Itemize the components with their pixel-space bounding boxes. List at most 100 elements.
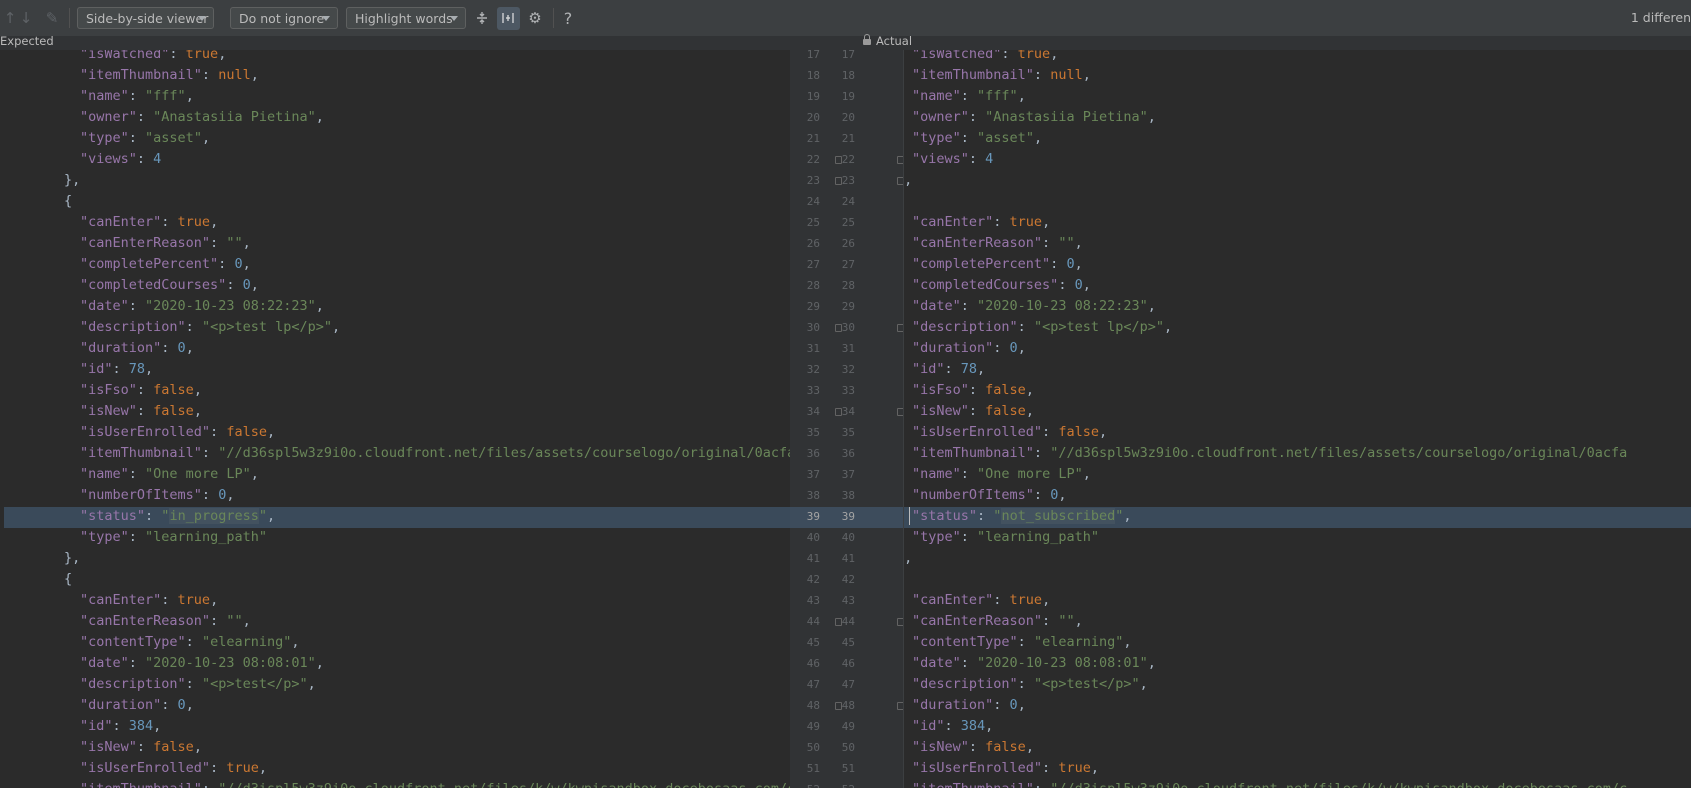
code-line[interactable]: "date": "2020-10-23 08:22:23", <box>80 296 324 317</box>
code-line[interactable]: "completePercent": 0, <box>80 254 251 275</box>
code-line[interactable]: "name": "One more LP", <box>912 464 1091 485</box>
code-line[interactable]: }, <box>64 548 80 569</box>
left-line-number: 35 <box>806 426 820 439</box>
code-line[interactable]: }, <box>904 170 912 191</box>
code-line[interactable]: "itemThumbnail": null, <box>912 65 1091 86</box>
code-line[interactable]: }, <box>904 548 912 569</box>
collapse-unchanged-icon[interactable] <box>472 8 492 28</box>
arrow-down-icon[interactable]: ↓ <box>16 8 36 28</box>
code-punctuation: : <box>993 697 1010 713</box>
highlight-select[interactable]: Highlight words <box>346 7 466 29</box>
code-punctuation: }, <box>904 172 913 188</box>
code-line[interactable]: "canEnterReason": "", <box>912 233 1083 254</box>
code-line[interactable]: "isNew": false, <box>912 737 1034 758</box>
code-line[interactable]: "description": "<p>test lp</p>", <box>80 317 340 338</box>
code-line[interactable]: "id": 78, <box>912 359 985 380</box>
code-line[interactable]: "status": "in_progress", <box>80 506 275 527</box>
fold-marker-icon[interactable] <box>835 408 842 416</box>
code-line[interactable]: "itemThumbnail": null, <box>80 65 259 86</box>
code-line[interactable]: "itemThumbnail": "//d36spl5w3z9i0o.cloud… <box>80 443 790 464</box>
code-line[interactable]: "id": 78, <box>80 359 153 380</box>
code-value: false <box>985 403 1026 419</box>
code-line[interactable]: "id": 384, <box>912 716 993 737</box>
code-line[interactable]: "views": 4 <box>80 149 161 170</box>
code-line[interactable]: "numberOfItems": 0, <box>80 485 234 506</box>
code-punctuation: , <box>1090 760 1099 776</box>
code-line[interactable]: "owner": "Anastasiia Pietina", <box>912 107 1156 128</box>
code-line[interactable]: "description": "<p>test lp</p>", <box>912 317 1172 338</box>
code-line[interactable]: "isUserEnrolled": true, <box>80 758 267 779</box>
code-line[interactable]: "name": "fff", <box>912 86 1026 107</box>
code-line[interactable]: "canEnterReason": "", <box>80 611 251 632</box>
code-key: "type" <box>912 529 961 545</box>
code-line[interactable]: "type": "learning_path" <box>912 527 1099 548</box>
code-line[interactable]: "status": "not_subscribed", <box>912 506 1132 527</box>
code-line[interactable]: "duration": 0, <box>80 338 194 359</box>
settings-icon[interactable]: ⚙ <box>525 8 545 28</box>
code-punctuation: : <box>1017 676 1034 692</box>
code-line[interactable]: "completePercent": 0, <box>912 254 1083 275</box>
fold-marker-icon[interactable] <box>835 702 842 710</box>
code-line[interactable]: "isNew": false, <box>80 737 202 758</box>
code-line[interactable]: "owner": "Anastasiia Pietina", <box>80 107 324 128</box>
code-line[interactable]: "contentType": "elearning", <box>80 632 299 653</box>
code-line[interactable]: "duration": 0, <box>80 695 194 716</box>
code-line[interactable]: "canEnter": true, <box>912 212 1050 233</box>
code-line[interactable]: "itemThumbnail": "//d3ispl5w3z9i0o.cloud… <box>912 779 1627 788</box>
code-line[interactable]: "description": "<p>test</p>", <box>912 674 1148 695</box>
code-line[interactable]: "canEnterReason": "", <box>80 233 251 254</box>
code-line[interactable]: "isUserEnrolled": false, <box>80 422 275 443</box>
code-line[interactable]: "date": "2020-10-23 08:08:01", <box>80 653 324 674</box>
code-line[interactable]: "canEnterReason": "", <box>912 611 1083 632</box>
code-line[interactable]: "name": "One more LP", <box>80 464 259 485</box>
code-key: "name" <box>80 88 129 104</box>
code-line[interactable]: "duration": 0, <box>912 338 1026 359</box>
code-line[interactable]: "isWatched": true, <box>912 50 1058 65</box>
code-line[interactable]: "isUserEnrolled": false, <box>912 422 1107 443</box>
code-key: "owner" <box>80 109 137 125</box>
sync-scroll-toggle[interactable] <box>497 7 520 30</box>
help-icon[interactable]: ? <box>558 8 578 28</box>
code-line[interactable]: "canEnter": true, <box>912 590 1050 611</box>
code-line[interactable]: "duration": 0, <box>912 695 1026 716</box>
code-line[interactable]: "canEnter": true, <box>80 212 218 233</box>
code-line[interactable]: "isUserEnrolled": true, <box>912 758 1099 779</box>
code-line[interactable]: { <box>64 569 72 590</box>
fold-marker-icon[interactable] <box>835 324 842 332</box>
code-line[interactable]: "views": 4 <box>912 149 993 170</box>
code-line[interactable]: "isNew": false, <box>912 401 1034 422</box>
fold-marker-icon[interactable] <box>835 177 842 185</box>
code-line[interactable]: "contentType": "elearning", <box>912 632 1131 653</box>
changed-word-highlight: in_progress <box>169 508 259 524</box>
code-line[interactable]: "completedCourses": 0, <box>80 275 259 296</box>
right-line-number: 20 <box>841 111 855 124</box>
ignore-select[interactable]: Do not ignore <box>230 7 338 29</box>
fold-marker-icon[interactable] <box>835 618 842 626</box>
code-line[interactable]: "isNew": false, <box>80 401 202 422</box>
code-line[interactable]: "id": 384, <box>80 716 161 737</box>
expected-editor[interactable]: "isWatched": true, "itemThumbnail": null,… <box>0 50 790 788</box>
code-line[interactable]: "date": "2020-10-23 08:08:01", <box>912 653 1156 674</box>
code-line[interactable]: "isFso": false, <box>912 380 1034 401</box>
code-punctuation: { <box>64 193 73 209</box>
code-line[interactable]: "type": "asset", <box>80 128 210 149</box>
fold-marker-icon[interactable] <box>835 156 842 164</box>
code-line[interactable]: "isWatched": true, <box>80 50 226 65</box>
code-line[interactable]: "type": "asset", <box>912 128 1042 149</box>
viewer-select[interactable]: Side-by-side viewer <box>77 7 214 29</box>
edit-icon[interactable]: ✎ <box>42 8 62 28</box>
code-line[interactable]: }, <box>64 170 80 191</box>
code-line[interactable]: "isFso": false, <box>80 380 202 401</box>
code-line[interactable]: "name": "fff", <box>80 86 194 107</box>
actual-editor[interactable]: "isWatched": true, "itemThumbnail": null,… <box>904 50 1691 788</box>
code-line[interactable]: { <box>64 191 72 212</box>
code-line[interactable]: "itemThumbnail": "//d3ispl5w3z9i0o.cloud… <box>80 779 790 788</box>
code-line[interactable]: "date": "2020-10-23 08:22:23", <box>912 296 1156 317</box>
code-line[interactable]: "description": "<p>test</p>", <box>80 674 316 695</box>
code-line[interactable]: "numberOfItems": 0, <box>912 485 1066 506</box>
left-line-number: 41 <box>806 552 820 565</box>
code-line[interactable]: "itemThumbnail": "//d36spl5w3z9i0o.cloud… <box>912 443 1627 464</box>
code-line[interactable]: "canEnter": true, <box>80 590 218 611</box>
code-line[interactable]: "type": "learning_path" <box>80 527 267 548</box>
code-line[interactable]: "completedCourses": 0, <box>912 275 1091 296</box>
